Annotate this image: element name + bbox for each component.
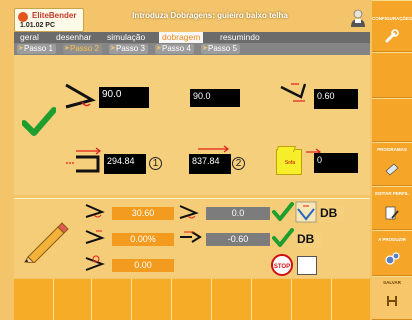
angle-2-display[interactable]: 90.0 xyxy=(190,89,240,107)
main-menu: geral desenhar simulação dobragem resumi… xyxy=(14,32,370,43)
tab-passo-2[interactable]: ➤ Passo 2 xyxy=(63,44,102,54)
save-label: SALVAR xyxy=(383,280,401,285)
gears-icon xyxy=(385,252,400,265)
bottom-slot[interactable] xyxy=(14,279,54,320)
bottom-slot[interactable] xyxy=(252,279,292,320)
bottom-slot[interactable] xyxy=(292,279,332,320)
rotation-angle-icon xyxy=(85,255,105,271)
note-sticker[interactable]: Sofa xyxy=(275,146,302,175)
app-logo: EliteBender 1.01.02 PC xyxy=(14,8,84,32)
settings-label: CONFIGURAÇÕES xyxy=(372,16,412,21)
note-tab xyxy=(275,146,297,152)
bend-up-icon xyxy=(280,83,307,102)
step-index-badge: 1 xyxy=(149,157,162,170)
db-button[interactable]: DB xyxy=(297,232,321,248)
bottom-slot[interactable] xyxy=(212,279,252,320)
apply-check-icon[interactable] xyxy=(272,202,294,222)
edit-profile-label: EDITAR PERFIL xyxy=(375,191,409,196)
angle-compare-icon xyxy=(179,205,199,219)
angle-1-display[interactable]: 90.0 xyxy=(99,87,149,108)
tab-passo-4[interactable]: ➤ Passo 4 xyxy=(155,44,194,54)
app-version: 1.01.02 PC xyxy=(20,22,56,29)
programs-icon xyxy=(385,163,399,176)
apply-check-icon[interactable] xyxy=(272,228,294,248)
logo-mark-icon xyxy=(18,12,28,22)
save-icon xyxy=(387,296,397,306)
menu-item-geral[interactable]: geral xyxy=(20,32,39,43)
step-index-badge: 2 xyxy=(232,157,245,170)
app-window: EliteBender 1.01.02 PC Introduza Dobrage… xyxy=(0,0,412,320)
edit-profile-button[interactable]: EDITAR PERFIL xyxy=(372,186,412,230)
bottom-slot[interactable] xyxy=(92,279,132,320)
sidebar-empty-button[interactable] xyxy=(372,52,412,98)
step-tabs: ➤ Passo 1 ➤ Passo 2 ➤ Passo 3 ➤ Passo 4 ➤ Pas… xyxy=(14,43,370,55)
correction-panel: 30.60 0.0 DB 0.00% -0.60 DB 0.00 STOP xyxy=(14,198,370,278)
offset-result-field[interactable]: -0.60 xyxy=(206,233,270,246)
edit-profile-icon xyxy=(385,206,399,220)
settings-button[interactable]: CONFIGURAÇÕES xyxy=(372,0,412,52)
menu-item-desenhar[interactable]: desenhar xyxy=(56,32,91,43)
programs-label: PROGRAMAS xyxy=(377,147,407,152)
spring-back-icon xyxy=(85,230,105,244)
length-3-display[interactable]: 0 xyxy=(314,153,358,173)
sidebar-empty-button[interactable] xyxy=(372,98,412,142)
menu-item-simulacao[interactable]: simulação xyxy=(107,32,145,43)
length-1-display[interactable]: 294.84 xyxy=(104,154,146,174)
flange-length-icon xyxy=(66,147,101,173)
note-label: Sofa xyxy=(284,160,296,166)
right-sidebar: CONFIGURAÇÕES PROGRAMAS EDITAR PERFIL A … xyxy=(372,0,412,320)
produce-button[interactable]: A PRODUZIR xyxy=(372,230,412,276)
tab-arrow-icon: ➤ xyxy=(18,45,24,52)
bend-parameters-panel: 90.0 90.0 0.60 294.84 1 837.84 2 Sofa 0 xyxy=(14,55,370,195)
length-2-display[interactable]: 837.84 xyxy=(189,154,231,174)
angle-correction-icon xyxy=(85,204,105,218)
angle-result-field[interactable]: 0.0 xyxy=(206,207,270,220)
save-button[interactable]: SALVAR xyxy=(372,276,412,320)
tab-passo-3[interactable]: ➤ Passo 3 xyxy=(109,44,148,54)
user-icon[interactable] xyxy=(350,9,366,27)
tab-arrow-icon: ➤ xyxy=(202,45,208,52)
tab-arrow-icon: ➤ xyxy=(64,45,70,52)
bottom-slot[interactable] xyxy=(332,279,370,320)
angle-3-display[interactable]: 0.60 xyxy=(314,89,358,109)
menu-item-dobragem[interactable]: dobragem xyxy=(159,32,204,43)
extra-correction-field[interactable]: 0.00 xyxy=(112,259,174,272)
tab-arrow-icon: ➤ xyxy=(156,45,162,52)
svg-text:STOP: STOP xyxy=(274,264,290,270)
offset-arrow-icon xyxy=(180,231,202,243)
bend-preview-icon[interactable] xyxy=(295,201,317,223)
bottom-slot[interactable] xyxy=(54,279,92,320)
wrench-icon xyxy=(385,29,399,43)
pencil-edit-icon[interactable] xyxy=(22,217,70,263)
bottom-toolbar xyxy=(14,279,370,320)
produce-label: A PRODUZIR xyxy=(378,237,406,242)
menu-item-resumindo[interactable]: resumindo xyxy=(220,32,260,43)
logo-name: EliteBender xyxy=(32,11,77,20)
window-title: Introduza Dobragens: guieiro baixo telha xyxy=(132,11,288,20)
stop-icon[interactable]: STOP xyxy=(271,254,293,276)
bottom-slot[interactable] xyxy=(172,279,212,320)
percent-correction-field[interactable]: 0.00% xyxy=(112,233,174,246)
programs-button[interactable]: PROGRAMAS xyxy=(372,142,412,186)
tab-passo-1[interactable]: ➤ Passo 1 xyxy=(17,44,56,54)
bottom-slot[interactable] xyxy=(132,279,172,320)
angle-correction-field[interactable]: 30.60 xyxy=(112,207,174,220)
tab-passo-5[interactable]: ➤ Passo 5 xyxy=(201,44,240,54)
confirm-check-icon[interactable] xyxy=(22,107,56,137)
bend-angle-icon xyxy=(65,83,96,109)
stop-checkbox[interactable] xyxy=(297,256,317,275)
db-button[interactable]: DB xyxy=(320,206,344,222)
tab-arrow-icon: ➤ xyxy=(110,45,116,52)
